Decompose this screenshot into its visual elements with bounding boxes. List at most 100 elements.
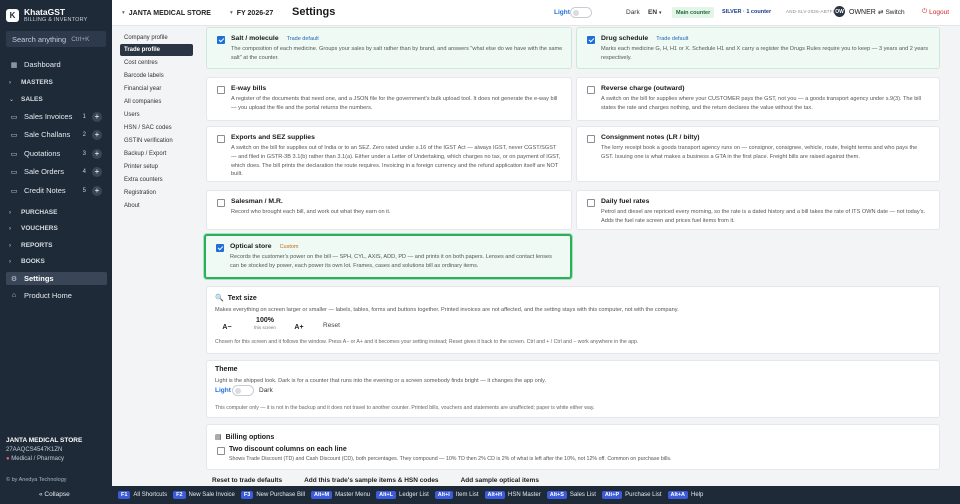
salt-checkbox[interactable] [217, 36, 225, 44]
shortcut-new-sale[interactable]: F2 New Sale Invoice [173, 491, 235, 499]
counter-badge[interactable]: Main counter [672, 7, 715, 18]
subnav-backup-export[interactable]: Backup / Export [120, 148, 193, 160]
shortcut-help[interactable]: Alt+A Help [667, 491, 703, 499]
text-larger-button[interactable]: A+ [289, 321, 309, 333]
add-button[interactable]: + [92, 129, 102, 140]
add-trade-pack-button[interactable]: Add this trade's sample items & HSN code… [304, 477, 438, 484]
sidebar-item-sale-challans[interactable]: ▭ Sale Challans 2 + [6, 128, 107, 141]
feature-card-eway-bills[interactable]: E-way bills A register of the documents … [206, 77, 572, 121]
sidebar-item-dashboard[interactable]: ▦ Dashboard [6, 58, 107, 71]
shortcut-key: Alt+I [434, 491, 453, 499]
trade-default-tag: Trade default [656, 35, 689, 42]
subnav-company-profile[interactable]: Company profile [120, 32, 193, 44]
feature-card-drug-schedule[interactable]: Drug schedule Trade default Marks each m… [576, 27, 940, 69]
theme-toggle[interactable] [570, 7, 592, 18]
theme-panel-toggle[interactable] [232, 385, 254, 396]
feature-card-salt[interactable]: Salt / molecule Trade default The compos… [206, 27, 572, 69]
add-button[interactable]: + [92, 185, 102, 196]
sidebar-section-reports[interactable]: › REPORTS [6, 239, 107, 252]
grid-icon: ▦ [10, 61, 18, 69]
sidebar-section-sales[interactable]: ⌄ SALES [6, 93, 107, 106]
add-button[interactable]: + [92, 111, 102, 122]
text-smaller-button[interactable]: A− [217, 321, 237, 333]
feature-card-consignment[interactable]: Consignment notes (LR / bilty) The lorry… [576, 126, 940, 182]
subnav-printer-setup[interactable]: Printer setup [120, 161, 193, 173]
language-select[interactable]: EN ▾ [648, 7, 662, 18]
sidebar-item-sales-invoices[interactable]: ▭ Sales Invoices 1 + [6, 110, 107, 123]
subnav-users[interactable]: Users [120, 109, 193, 121]
sidebar-section-purchase[interactable]: › PURCHASE [6, 206, 107, 219]
theme-light-label[interactable]: Light [554, 9, 570, 16]
eway-checkbox[interactable] [217, 86, 225, 94]
feature-title-text: Optical store [230, 243, 272, 250]
document-icon: ▭ [10, 187, 18, 195]
sidebar-section-label: MASTERS [21, 79, 53, 86]
add-button[interactable]: + [92, 166, 102, 177]
subnav-gstin-verification[interactable]: GSTIN verification [120, 135, 193, 147]
text-size-reset-button[interactable]: Reset [323, 322, 340, 329]
sidebar-item-label: Sale Orders [24, 167, 65, 176]
shortcut-hsn-master[interactable]: Alt+H HSN Master [484, 491, 541, 499]
shortcut-all[interactable]: F1 All Shortcuts [118, 491, 167, 499]
optical-store-checkbox[interactable] [216, 244, 224, 252]
shortcut-master-menu[interactable]: Alt+M Master Menu [311, 491, 370, 499]
subnav-about[interactable]: About [120, 200, 193, 212]
sidebar-section-books[interactable]: › BOOKS [6, 255, 107, 268]
chevron-down-icon: ▾ [122, 10, 125, 16]
subnav-trade-profile[interactable]: Trade profile [120, 44, 193, 56]
subnav-barcode-labels[interactable]: Barcode labels [120, 70, 193, 82]
sidebar-item-quotations[interactable]: ▭ Quotations 3 + [6, 147, 107, 160]
subnav-hsn-sac-codes[interactable]: HSN / SAC codes [120, 122, 193, 134]
subnav-extra-counters[interactable]: Extra counters [120, 174, 193, 186]
feature-card-reverse-charge[interactable]: Reverse charge (outward) A switch on the… [576, 77, 940, 121]
feature-card-exports[interactable]: Exports and SEZ supplies A switch on the… [206, 126, 572, 182]
theme-light-option[interactable]: Light [215, 387, 231, 394]
two-discount-checkbox[interactable] [217, 447, 225, 455]
text-size-title: 🔍 Text size [215, 294, 257, 303]
sidebar-item-settings[interactable]: ⚙ Settings [6, 272, 107, 285]
sidebar-item-credit-notes[interactable]: ▭ Credit Notes 5 + [6, 184, 107, 197]
switch-button[interactable]: ⇄ Switch [878, 6, 905, 18]
reverse-charge-checkbox[interactable] [587, 86, 595, 94]
search-input[interactable]: Search anything Ctrl+K [6, 31, 106, 47]
store-select[interactable]: ▾ JANTA MEDICAL STORE [122, 6, 211, 20]
feature-card-salesman[interactable]: Salesman / M.R. Record who brought each … [206, 190, 572, 230]
feature-description: A switch on the bill for supplies where … [601, 96, 922, 111]
theme-panel: Theme Light is the shipped look. Dark is… [206, 360, 940, 418]
logout-button[interactable]: ⏻ Logout [922, 6, 949, 18]
exports-checkbox[interactable] [217, 135, 225, 143]
shortcut-item-list[interactable]: Alt+I Item List [434, 491, 479, 499]
page-title: Settings [292, 6, 336, 18]
avatar[interactable]: OW [834, 6, 845, 17]
shortcut-ledger-list[interactable]: Alt+L Ledger List [376, 491, 429, 499]
fuel-rates-checkbox[interactable] [587, 199, 595, 207]
shortcut-new-purchase[interactable]: F3 New Purchase Bill [240, 491, 305, 499]
app-name: KhataGST [24, 7, 66, 17]
feature-card-optical-store[interactable]: Optical store Custom Records the custome… [204, 234, 572, 279]
sidebar-item-sale-orders[interactable]: ▭ Sale Orders 4 + [6, 165, 107, 178]
subnav-all-companies[interactable]: All companies [120, 96, 193, 108]
sidebar-section-masters[interactable]: › MASTERS [6, 76, 107, 89]
drug-schedule-checkbox[interactable] [587, 36, 595, 44]
reset-trade-defaults-button[interactable]: Reset to trade defaults [212, 477, 282, 484]
shortcut-sales-list[interactable]: Alt+S Sales List [546, 491, 596, 499]
shortcut-purchase-list[interactable]: Alt+P Purchase List [601, 491, 662, 499]
fy-select[interactable]: ▾ FY 2026-27 [230, 6, 273, 20]
salesman-checkbox[interactable] [217, 199, 225, 207]
subnav-cost-centres[interactable]: Cost centres [120, 57, 193, 69]
brand[interactable]: K KhataGST BILLING & INVENTORY [6, 7, 88, 23]
add-sample-optical-button[interactable]: Add sample optical items [461, 477, 539, 484]
feature-card-fuel-rates[interactable]: Daily fuel rates Petrol and diesel are r… [576, 190, 940, 230]
consignment-checkbox[interactable] [587, 135, 595, 143]
shortcut-count: 4 [82, 168, 86, 175]
sidebar-item-product-home[interactable]: ⌂ Product Home [6, 289, 107, 302]
theme-dark-label[interactable]: Dark [626, 9, 640, 16]
subnav-registration[interactable]: Registration [120, 187, 193, 199]
subnav-financial-year[interactable]: Financial year [120, 83, 193, 95]
collapse-button[interactable]: « Collapse [39, 491, 70, 498]
sidebar-section-vouchers[interactable]: › VOUCHERS [6, 222, 107, 235]
add-button[interactable]: + [92, 148, 102, 159]
feature-title: Salt / molecule Trade default [231, 35, 319, 42]
theme-dark-option[interactable]: Dark [259, 387, 273, 394]
search-placeholder: Search anything [12, 34, 67, 44]
